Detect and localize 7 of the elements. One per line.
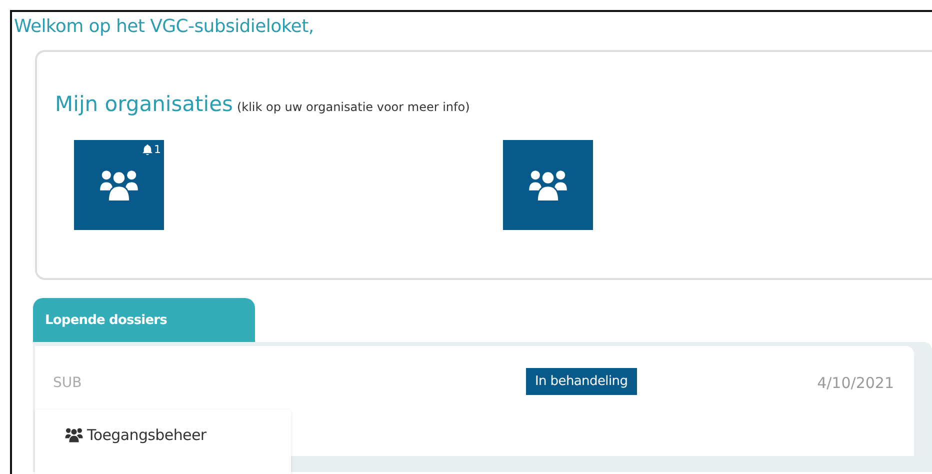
welcome-heading: Welkom op het VGC-subsidieloket,	[14, 16, 315, 39]
notification-count: 1	[154, 143, 161, 156]
section-hint: (klik op uw organisatie voor meer info)	[236, 100, 470, 114]
dossier-date: 4/10/2021	[817, 373, 894, 392]
status-badge: In behandeling	[526, 368, 637, 395]
section-title: Mijn organisaties	[55, 92, 233, 116]
dossier-number: SUB	[53, 374, 83, 391]
